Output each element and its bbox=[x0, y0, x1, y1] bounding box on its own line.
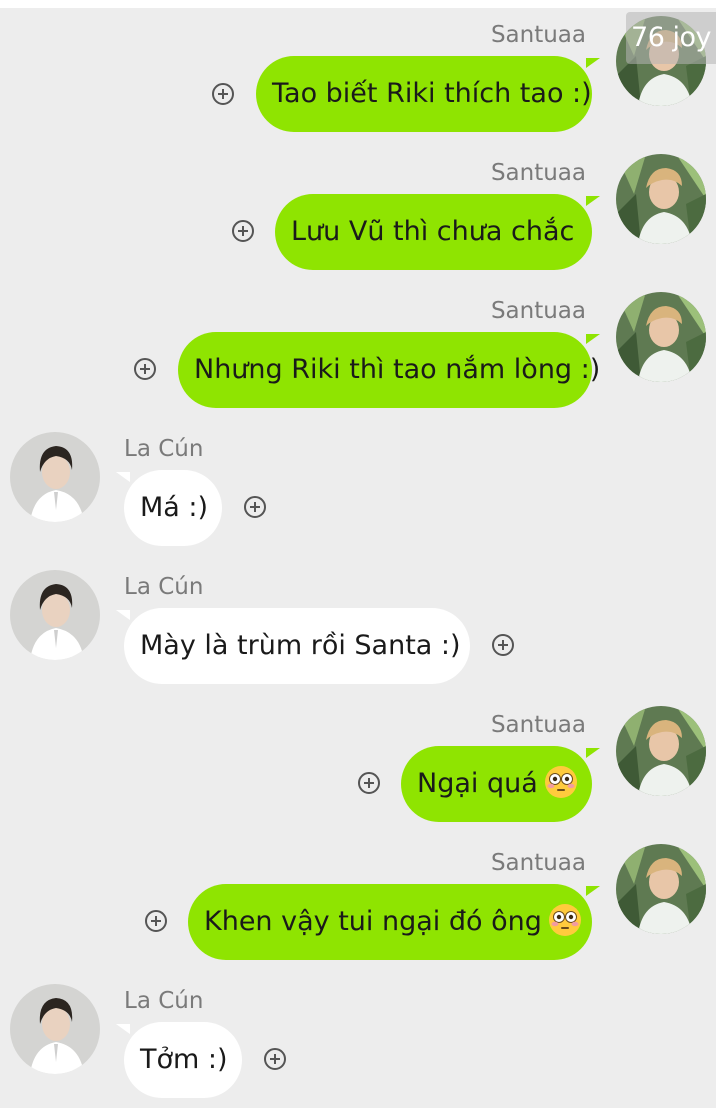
message-bubble[interactable]: Ngại quá bbox=[401, 746, 600, 822]
flushed-face-icon bbox=[548, 903, 582, 937]
sender-name: Santuaa bbox=[490, 850, 586, 876]
message-bubble[interactable]: Lưu Vũ thì chưa chắc bbox=[275, 194, 600, 270]
add-reaction-icon[interactable] bbox=[134, 358, 156, 380]
sender-name: Santuaa bbox=[490, 160, 586, 186]
message-bubble[interactable]: Nhưng Riki thì tao nắm lòng :) bbox=[178, 332, 600, 408]
avatar-santuaa[interactable] bbox=[616, 292, 706, 382]
add-reaction-icon[interactable] bbox=[145, 910, 167, 932]
sender-name: Santuaa bbox=[490, 712, 586, 738]
add-reaction-icon[interactable] bbox=[244, 496, 266, 518]
watermark: 76 joy bbox=[626, 12, 716, 64]
avatar-lacun[interactable] bbox=[10, 432, 100, 522]
avatar-santuaa[interactable] bbox=[616, 844, 706, 934]
sender-name: La Cún bbox=[124, 574, 204, 600]
sender-name: Santuaa bbox=[490, 298, 586, 324]
message-text: Khen vậy tui ngại đó ông bbox=[204, 906, 542, 937]
add-reaction-icon[interactable] bbox=[212, 83, 234, 105]
add-reaction-icon[interactable] bbox=[492, 634, 514, 656]
message-bubble[interactable]: Khen vậy tui ngại đó ông bbox=[188, 884, 600, 960]
message-bubble[interactable]: Mày là trùm rồi Santa :) bbox=[116, 608, 470, 684]
sender-name: La Cún bbox=[124, 988, 204, 1014]
message-bubble[interactable]: Má :) bbox=[116, 470, 222, 546]
message-bubble[interactable]: Tởm :) bbox=[116, 1022, 242, 1098]
avatar-lacun[interactable] bbox=[10, 984, 100, 1074]
sender-name: La Cún bbox=[124, 436, 204, 462]
add-reaction-icon[interactable] bbox=[232, 220, 254, 242]
status-strip bbox=[0, 0, 716, 8]
flushed-face-icon bbox=[544, 765, 578, 799]
message-text: Ngại quá bbox=[417, 768, 538, 799]
sender-name: Santuaa bbox=[490, 22, 586, 48]
avatar-santuaa[interactable] bbox=[616, 154, 706, 244]
add-reaction-icon[interactable] bbox=[264, 1048, 286, 1070]
avatar-lacun[interactable] bbox=[10, 570, 100, 660]
message-bubble[interactable]: Tao biết Riki thích tao :) bbox=[256, 56, 600, 132]
avatar-santuaa[interactable] bbox=[616, 706, 706, 796]
add-reaction-icon[interactable] bbox=[358, 772, 380, 794]
